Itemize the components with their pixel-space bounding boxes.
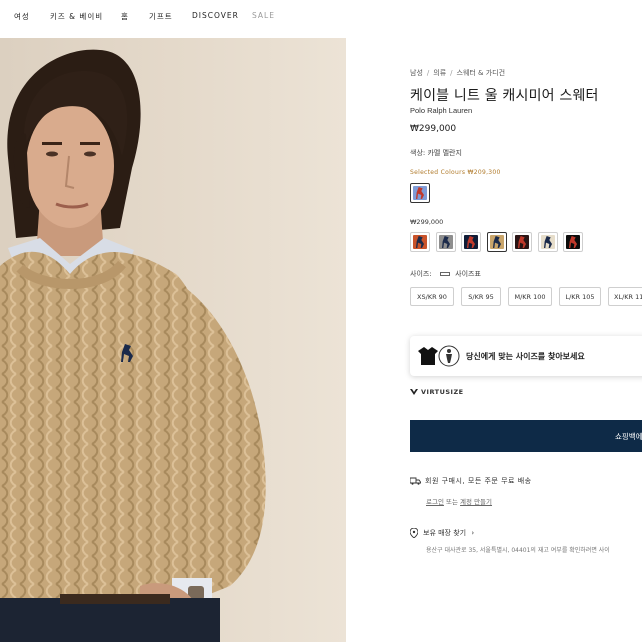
nav-item-gift[interactable]: 기프트 [149, 11, 173, 22]
virtusize-find-size-button[interactable]: 당신에게 맞는 사이즈를 찾아보세요 [410, 336, 642, 376]
add-to-bag-button[interactable]: 쇼핑백에 [410, 420, 642, 452]
nav-item-home[interactable]: 홈 [121, 11, 129, 22]
color-swatch[interactable] [410, 232, 430, 252]
color-swatch[interactable] [563, 232, 583, 252]
top-navigation: 여성 키즈 & 베이비 홈 기프트 DISCOVER SALE [0, 0, 642, 34]
virtusize-brand: VIRTUSIZE [410, 388, 464, 396]
breadcrumb: 남성 / 의류 / 스웨터 & 가디건 [410, 69, 506, 77]
model-wearing-sweater-image [0, 49, 266, 642]
swatch-group-price: ₩299,000 [410, 218, 444, 226]
truck-icon [409, 477, 421, 485]
color-swatch[interactable] [461, 232, 481, 252]
breadcrumb-item-clothing[interactable]: 의류 [433, 69, 446, 77]
shipping-text: 회원 구매시, 모든 주문 무료 배송 [425, 477, 532, 485]
chevron-right-icon: › [471, 529, 475, 537]
pony-icon [441, 236, 450, 248]
size-button-s[interactable]: S/KR 95 [461, 287, 501, 306]
nav-item-sale[interactable]: SALE [252, 11, 275, 20]
nav-item-kids-baby[interactable]: 키즈 & 베이비 [50, 11, 103, 22]
shipping-info: 회원 구매시, 모든 주문 무료 배송 [409, 476, 532, 486]
size-button-m[interactable]: M/KR 100 [508, 287, 552, 306]
color-swatch[interactable] [435, 232, 456, 252]
pony-icon [416, 236, 424, 248]
swatch-selected[interactable] [410, 183, 430, 203]
product-title: 케이블 니트 울 캐시미어 스웨터 [410, 88, 599, 104]
shipping-or: 또는 [443, 498, 461, 506]
color-swatch[interactable] [486, 232, 507, 252]
product-price: ₩299,000 [410, 124, 457, 134]
store-address: 용산구 대사관로 35, 서울특별시, 04401의 재고 여부를 확인하려면 … [426, 547, 610, 554]
pony-icon [569, 236, 577, 248]
color-swatch[interactable] [512, 232, 532, 252]
login-link[interactable]: 로그인 [426, 498, 444, 506]
size-button-xs[interactable]: XS/KR 90 [410, 287, 454, 306]
pony-icon [492, 236, 501, 248]
virtusize-brand-text: VIRTUSIZE [421, 388, 464, 396]
breadcrumb-item-men[interactable]: 남성 [410, 69, 423, 77]
size-label-row: 사이즈: 사이즈표 [410, 269, 481, 279]
product-info-panel: 남성 / 의류 / 스웨터 & 가디건 케이블 니트 울 캐시미어 스웨터 Polo R… [346, 34, 642, 642]
size-guide-link[interactable]: 사이즈표 [455, 270, 481, 278]
add-to-bag-label: 쇼핑백에 [615, 432, 642, 441]
color-swatch[interactable] [537, 232, 558, 252]
store-finder[interactable]: 보유 매장 찾기 › [409, 527, 475, 539]
nav-item-discover[interactable]: DISCOVER [192, 11, 239, 20]
pony-icon [467, 236, 475, 248]
pony-icon [416, 187, 424, 199]
product-photo[interactable] [0, 38, 346, 642]
garment-body-icon [418, 345, 460, 367]
pony-icon [543, 236, 552, 248]
pony-icon [518, 236, 526, 248]
location-pin-icon [409, 527, 419, 539]
size-button-l[interactable]: L/KR 105 [559, 287, 601, 306]
virtusize-logo-icon [410, 389, 418, 395]
virtusize-prompt: 당신에게 맞는 사이즈를 찾아보세요 [466, 352, 585, 361]
shipping-login-row: 로그인 또는 계정 만들기 [426, 496, 492, 506]
size-label: 사이즈: [410, 270, 432, 278]
breadcrumb-item-sweaters[interactable]: 스웨터 & 가디건 [457, 69, 506, 77]
color-label: 색상: 카멜 멜란지 [410, 149, 462, 157]
size-button-xl[interactable]: XL/KR 11 [608, 287, 642, 306]
signup-link[interactable]: 계정 만들기 [460, 498, 492, 506]
ruler-icon [439, 271, 450, 276]
product-brand[interactable]: Polo Ralph Lauren [410, 106, 472, 115]
store-finder-label: 보유 매장 찾기 [423, 529, 467, 537]
selected-colours-label: Selected Colours ₩209,300 [410, 169, 501, 176]
nav-item-women[interactable]: 여성 [14, 11, 30, 22]
